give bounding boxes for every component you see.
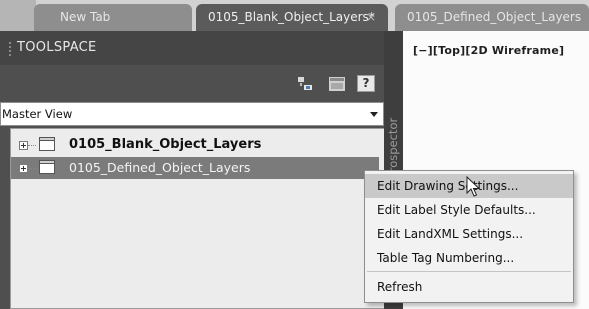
drawing-icon [39,137,55,151]
toolspace-header: TOOLSPACE [0,31,390,65]
help-button[interactable]: ? [357,75,375,92]
panel-icon[interactable] [329,77,345,91]
grip-icon[interactable] [9,42,11,56]
prospector-tab-label: Prospector [386,117,400,179]
tree-connector [28,145,36,146]
tree-item-defined-object-layers[interactable]: 0105_Defined_Object_Layers [11,157,379,179]
chevron-down-icon[interactable] [370,112,378,117]
prospector-tree: 0105_Blank_Object_Layers 0105_Defined_Ob… [10,128,390,309]
mouse-pointer-icon [466,176,480,197]
tree-connector [28,168,36,169]
tree-item-label: 0105_Defined_Object_Layers [69,160,251,175]
tab-bar-edge [0,0,36,31]
item-view-icon[interactable] [298,77,314,91]
tree-item-label: 0105_Blank_Object_Layers [69,137,262,152]
toolspace-panel: TOOLSPACE ? Master View 0105_Blank_Objec… [0,31,403,309]
viewport-controls-label[interactable]: [−][Top][2D Wireframe] [413,44,564,57]
toolspace-toolbar: ? [0,65,390,99]
view-select[interactable]: Master View [0,102,384,126]
menu-separator [367,271,571,272]
plus-expander-icon[interactable] [19,141,28,150]
menu-item-refresh[interactable]: Refresh [365,275,573,299]
tab-new-tab[interactable]: New Tab [34,4,192,31]
tab-defined-label: 0105_Defined_Object_Layers [407,10,582,24]
view-select-value: Master View [2,107,73,121]
close-icon[interactable]: × [366,4,376,31]
drawing-icon [39,160,55,174]
tab-active-label: 0105_Blank_Object_Layers* [208,10,375,24]
menu-item-edit-landxml-settings[interactable]: Edit LandXML Settings... [365,222,573,246]
plus-expander-icon[interactable] [19,164,28,173]
tab-blank-object-layers[interactable]: 0105_Blank_Object_Layers* × [196,4,388,31]
tree-item-blank-object-layers[interactable]: 0105_Blank_Object_Layers [11,134,386,156]
toolspace-title: TOOLSPACE [17,40,97,55]
tab-defined-object-layers[interactable]: 0105_Defined_Object_Layers [395,4,589,31]
menu-item-edit-label-style-defaults[interactable]: Edit Label Style Defaults... [365,198,573,222]
drawing-tab-bar: New Tab 0105_Defined_Object_Layers 0105_… [0,0,589,31]
tab-new-tab-label: New Tab [60,10,111,24]
menu-item-table-tag-numbering[interactable]: Table Tag Numbering... [365,246,573,270]
